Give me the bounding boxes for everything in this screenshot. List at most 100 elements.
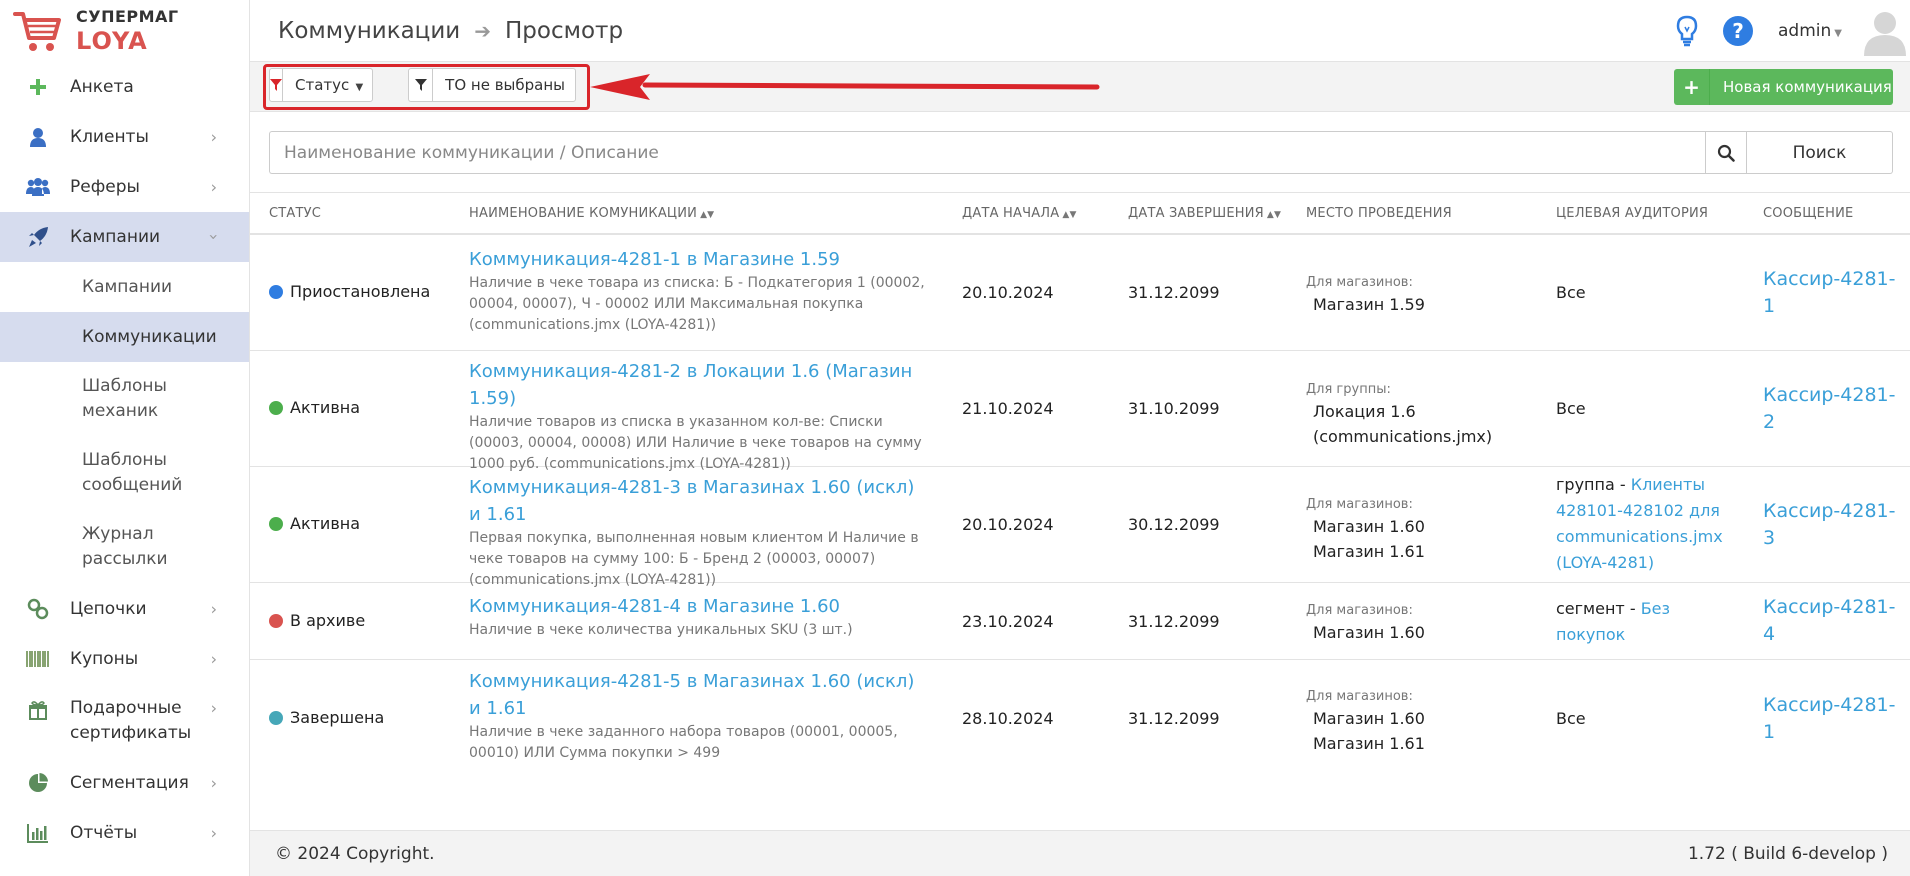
sidebar-item-campaigns[interactable]: Кампании ›: [0, 212, 249, 262]
sidebar-subitem-label: Журнал рассылки: [82, 524, 168, 569]
sidebar-item-gift-cards[interactable]: Подарочные сертификаты ›: [0, 684, 249, 758]
communication-link[interactable]: Коммуникация-4281-5 в Магазинах 1.60 (ис…: [469, 668, 929, 722]
sidebar: СУПЕРМАГ LOYA Анкета Клиенты › Реферы › …: [0, 0, 250, 876]
communication-link[interactable]: Коммуникация-4281-1 в Магазине 1.59: [469, 246, 929, 273]
status-dot: [269, 516, 283, 531]
sidebar-subitem-campaigns[interactable]: Кампании: [0, 262, 249, 312]
name-cell: Коммуникация-4281-3 в Магазинах 1.60 (ис…: [469, 474, 929, 591]
link-icon: [26, 597, 50, 621]
table-row: Активна Коммуникация-4281-3 в Магазинах …: [250, 467, 1910, 588]
status-filter-label: Статус: [295, 76, 350, 94]
status-text: Активна: [290, 398, 361, 417]
chevron-right-icon: ›: [210, 127, 217, 147]
chevron-right-icon: ›: [210, 599, 217, 619]
status-cell: Активна: [269, 514, 360, 533]
col-name-label: НАИМЕНОВАНИЕ КОМУНИКАЦИИ: [469, 206, 698, 221]
search-button[interactable]: Поиск: [1747, 131, 1893, 174]
place-value: Магазин 1.60: [1313, 709, 1425, 728]
copyright: © 2024 Copyright.: [275, 843, 435, 864]
col-name[interactable]: НАИМЕНОВАНИЕ КОМУНИКАЦИИ ▲▼: [469, 206, 714, 221]
message-link[interactable]: Кассир-4281-2: [1763, 382, 1898, 436]
sidebar-item-label: Кампании: [70, 227, 161, 247]
communication-link[interactable]: Коммуникация-4281-2 в Локации 1.6 (Магаз…: [469, 358, 929, 412]
sidebar-subitem-communications[interactable]: Коммуникации: [0, 312, 249, 362]
chevron-down-icon: ›: [204, 233, 224, 241]
logo[interactable]: СУПЕРМАГ LOYA: [0, 0, 249, 62]
communication-link[interactable]: Коммуникация-4281-3 в Магазинах 1.60 (ис…: [469, 474, 929, 528]
place-value: Магазин 1.61: [1313, 734, 1425, 753]
sidebar-item-label: Клиенты: [70, 127, 149, 147]
gift-icon: [26, 698, 50, 722]
communication-description: Наличие в чеке количества уникальных SKU…: [469, 622, 853, 638]
sidebar-item-referers[interactable]: Реферы ›: [0, 162, 249, 212]
col-start-label: ДАТА НАЧАЛА: [962, 206, 1060, 221]
help-icon[interactable]: ?: [1722, 15, 1754, 47]
users-icon: [26, 175, 50, 199]
breadcrumb-view: Просмотр: [505, 17, 624, 44]
col-start-date[interactable]: ДАТА НАЧАЛА ▲▼: [962, 206, 1077, 221]
start-date: 28.10.2024: [962, 709, 1054, 728]
message-link[interactable]: Кассир-4281-1: [1763, 266, 1898, 320]
annotation-arrow: [590, 74, 1100, 100]
sidebar-item-reports[interactable]: Отчёты ›: [0, 808, 249, 858]
store-filter-button[interactable]: ТО не выбраны: [408, 68, 576, 102]
message-link[interactable]: Кассир-4281-3: [1763, 498, 1898, 552]
col-audience: ЦЕЛЕВАЯ АУДИТОРИЯ: [1556, 206, 1709, 221]
place-label: Для магазинов:: [1306, 689, 1413, 704]
name-cell: Коммуникация-4281-1 в Магазине 1.59 Нали…: [469, 246, 929, 336]
place-value: Магазин 1.60: [1313, 623, 1425, 642]
caret-down-icon: ▼: [352, 82, 364, 93]
table-row: Завершена Коммуникация-4281-5 в Магазина…: [250, 660, 1910, 778]
cart-logo-icon: [13, 12, 61, 51]
sidebar-subitem-mechanic-templates[interactable]: Шаблоны механик: [0, 362, 249, 436]
sidebar-item-clients[interactable]: Клиенты ›: [0, 112, 249, 162]
name-cell: Коммуникация-4281-2 в Локации 1.6 (Магаз…: [469, 358, 929, 475]
breadcrumb-communications[interactable]: Коммуникации: [278, 18, 460, 44]
col-end-label: ДАТА ЗАВЕРШЕНИЯ: [1128, 206, 1264, 221]
col-end-date[interactable]: ДАТА ЗАВЕРШЕНИЯ ▲▼: [1128, 206, 1281, 221]
message-link[interactable]: Кассир-4281-1: [1763, 692, 1898, 746]
user-icon: [26, 125, 50, 149]
sidebar-subitem-message-templates[interactable]: Шаблоны сообщений: [0, 436, 249, 510]
message-link[interactable]: Кассир-4281-4: [1763, 594, 1898, 648]
sort-icon: ▲▼: [1266, 210, 1282, 220]
barcode-icon: [26, 647, 50, 671]
chevron-right-icon: ›: [210, 823, 217, 843]
sidebar-subitem-mailing-log[interactable]: Журнал рассылки: [0, 510, 249, 584]
table-row: Приостановлена Коммуникация-4281-1 в Маг…: [250, 235, 1910, 351]
logo-line1: СУПЕРМАГ: [76, 7, 179, 26]
plus-icon: [26, 75, 50, 99]
new-communication-button[interactable]: + Новая коммуникация: [1674, 69, 1893, 105]
place-cell: Для группы: Локация 1.6 (communications.…: [1306, 381, 1516, 449]
name-cell: Коммуникация-4281-4 в Магазине 1.60 Нали…: [469, 593, 929, 641]
sidebar-item-label: Купоны: [70, 649, 139, 669]
chevron-right-icon: ›: [210, 773, 217, 793]
place-label: Для группы:: [1306, 382, 1391, 397]
search-icon[interactable]: [1705, 131, 1747, 174]
communication-description: Первая покупка, выполненная новым клиент…: [469, 530, 919, 588]
sidebar-item-chains[interactable]: Цепочки ›: [0, 584, 249, 634]
status-cell: Завершена: [269, 708, 384, 727]
status-text: В архиве: [290, 611, 366, 630]
lightbulb-icon[interactable]: [1676, 15, 1698, 47]
col-status: СТАТУС: [269, 206, 322, 221]
search-input[interactable]: [269, 131, 1705, 174]
toolbar: Статус ▼ ТО не выбраны + Новая коммуника…: [250, 62, 1910, 112]
avatar[interactable]: [1860, 6, 1910, 56]
sidebar-item-label: Анкета: [70, 77, 134, 97]
place-label: Для магазинов:: [1306, 497, 1413, 512]
user-menu[interactable]: admin ▼: [1778, 21, 1842, 41]
sidebar-item-anketa[interactable]: Анкета: [0, 62, 249, 112]
audience-cell: Все: [1556, 709, 1586, 728]
status-filter-button[interactable]: Статус ▼: [269, 68, 373, 102]
status-cell: Активна: [269, 398, 360, 417]
end-date: 30.12.2099: [1128, 515, 1220, 534]
status-dot: [269, 710, 283, 725]
filter-icon: [409, 69, 434, 101]
sidebar-item-label: Реферы: [70, 177, 140, 197]
sidebar-item-coupons[interactable]: Купоны ›: [0, 634, 249, 684]
sort-icon: ▲▼: [700, 210, 715, 220]
status-text: Активна: [290, 514, 361, 533]
sidebar-item-segmentation[interactable]: Сегментация ›: [0, 758, 249, 808]
communication-link[interactable]: Коммуникация-4281-4 в Магазине 1.60: [469, 593, 929, 620]
